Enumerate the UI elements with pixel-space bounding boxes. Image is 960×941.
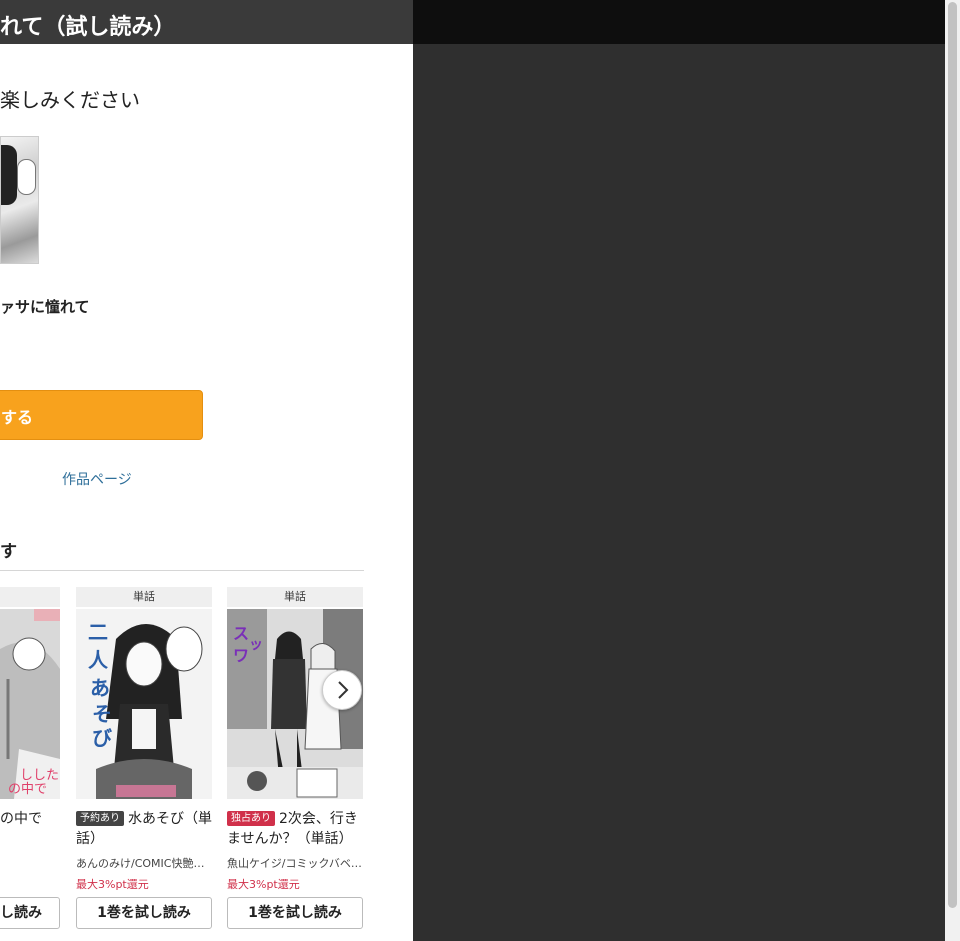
svg-text:しした: しした	[20, 768, 59, 783]
section-divider	[0, 570, 364, 571]
reader-title: れて（試し読み）	[0, 15, 176, 40]
svg-text:人: 人	[88, 648, 109, 672]
svg-text:び: び	[92, 726, 113, 750]
book-cover-thumbnail[interactable]	[0, 136, 39, 264]
viewer-top-bar: れて（試し読み）	[0, 0, 945, 44]
recommend-heading: す	[0, 542, 17, 562]
buy-button[interactable]: する	[0, 390, 203, 440]
card-author[interactable]: 魚山ケイジ/コミックバベ…	[227, 855, 363, 871]
svg-text:ス: ス	[233, 624, 249, 643]
card-title-text: の中で	[0, 811, 42, 827]
preorder-badge: 予約あり	[76, 811, 124, 826]
svg-text:二: 二	[88, 620, 108, 644]
vertical-scrollbar[interactable]	[945, 0, 960, 941]
exclusive-badge: 独占あり	[227, 811, 275, 826]
work-page-link[interactable]: 作品ページ	[62, 469, 132, 489]
card-title[interactable]: 独占あり 2次会、行きませんか？（単話）	[227, 809, 367, 849]
card-type-label: 話	[0, 587, 60, 607]
card-points: 最大3%pt還元	[76, 878, 149, 891]
chevron-right-icon	[338, 681, 349, 699]
carousel-next-button[interactable]	[322, 670, 362, 710]
card-trial-button[interactable]: し読み	[0, 897, 60, 929]
card-trial-button[interactable]: 1巻を試し読み	[227, 897, 363, 929]
svg-text:の中で: の中で	[8, 782, 47, 797]
scrollbar-thumb[interactable]	[948, 2, 957, 908]
thanks-message: 楽しみください	[0, 88, 140, 112]
card-type-label: 単話	[227, 587, 363, 607]
svg-text:あ: あ	[90, 676, 110, 700]
buy-button-label: する	[1, 408, 34, 427]
reader-header: れて（試し読み）	[0, 0, 413, 44]
cover-illustration	[1, 145, 17, 205]
card-trial-button-label: し読み	[0, 905, 42, 921]
svg-text:ッ: ッ	[249, 637, 263, 653]
speech-bubble-icon	[17, 159, 36, 195]
manga-cover-image: 二 人 あ そ び	[76, 609, 212, 799]
card-type-label: 単話	[76, 587, 212, 607]
manga-cover-image: しした の中で	[0, 609, 60, 799]
book-title: ァサに憧れて	[0, 298, 90, 316]
card-cover-image[interactable]: 二 人 あ そ び	[76, 609, 212, 799]
card-title[interactable]: 予約あり 水あそび（単話）	[76, 809, 216, 849]
card-author[interactable]: あんのみけ/COMIC快艶…	[76, 855, 212, 871]
card-points: 最大3%pt還元	[227, 878, 300, 891]
end-of-preview-panel: 楽しみください ァサに憧れて する 作品ページ す 話 しした の中で	[0, 44, 413, 941]
card-cover-image[interactable]: しした の中で	[0, 609, 60, 799]
svg-text:ワ: ワ	[233, 646, 249, 665]
svg-text:そ: そ	[92, 702, 112, 726]
card-trial-button[interactable]: 1巻を試し読み	[76, 897, 212, 929]
